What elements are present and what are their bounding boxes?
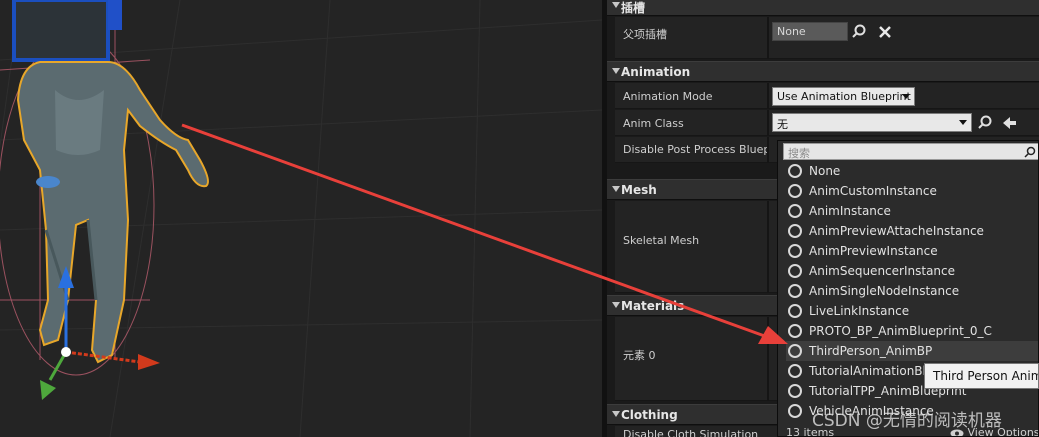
class-option-label: ThirdPerson_AnimBP (809, 344, 933, 358)
class-option[interactable]: AnimInstance (786, 201, 1038, 221)
anim-class-combo[interactable]: 无 (772, 113, 972, 132)
category-title: Animation (621, 65, 691, 79)
class-option[interactable]: AnimCustomInstance (786, 181, 1038, 201)
category-title: Mesh (621, 183, 657, 197)
category-title: Clothing (621, 408, 678, 422)
clear-x-icon[interactable] (877, 24, 893, 40)
prop-row-parent-socket: 父项插槽 None (615, 17, 1039, 59)
column-divider[interactable] (767, 137, 769, 163)
anim-class-dropdown: 搜索 None AnimCustomInstance AnimInstance Ani… (777, 140, 1039, 437)
radio-circle-icon (788, 324, 802, 338)
category-socket[interactable]: 插槽 (607, 0, 1039, 16)
column-divider[interactable] (767, 201, 769, 293)
column-divider[interactable] (767, 83, 769, 109)
hover-tooltip: Third Person Anim BP (924, 363, 1039, 389)
class-option-label: None (809, 164, 841, 178)
class-option[interactable]: None (786, 161, 1038, 181)
radio-circle-icon (788, 364, 802, 378)
class-option-label: AnimSequencerInstance (809, 264, 956, 278)
combo-value: 无 (777, 118, 788, 131)
class-option-label: LiveLinkInstance (809, 304, 910, 318)
browse-magnifier-icon[interactable] (851, 24, 867, 40)
prop-label: Animation Mode (623, 90, 713, 103)
radio-circle-icon (788, 204, 802, 218)
column-divider[interactable] (767, 17, 769, 59)
radio-circle-icon (788, 244, 802, 258)
category-animation[interactable]: Animation (607, 61, 1039, 82)
prop-label: Disable Post Process Bluepri (623, 143, 769, 156)
chevron-down-icon (902, 94, 910, 99)
prop-label: Anim Class (623, 117, 684, 130)
radio-circle-icon (788, 304, 802, 318)
collapse-arrow-icon (612, 68, 620, 74)
class-option-label: AnimCustomInstance (809, 184, 937, 198)
class-option-label: AnimInstance (809, 204, 891, 218)
parent-socket-field[interactable]: None (772, 22, 848, 41)
level-viewport[interactable] (0, 0, 602, 437)
collapse-arrow-icon (612, 411, 620, 417)
category-title: 插槽 (621, 1, 646, 15)
class-search-input[interactable]: 搜索 (783, 143, 1038, 160)
class-option-label: PROTO_BP_AnimBlueprint_0_C (809, 324, 992, 338)
radio-circle-icon (788, 344, 802, 358)
class-option[interactable]: PROTO_BP_AnimBlueprint_0_C (786, 321, 1038, 341)
radio-circle-icon (788, 184, 802, 198)
collapse-arrow-icon (612, 2, 620, 8)
radio-circle-icon (788, 164, 802, 178)
radio-circle-icon (788, 224, 802, 238)
category-title: Materials (621, 299, 685, 313)
prop-label: 元素 0 (623, 349, 656, 362)
combo-value: Use Animation Blueprint (777, 90, 911, 103)
column-divider[interactable] (767, 110, 769, 136)
radio-circle-icon (788, 384, 802, 398)
viewport-scene (0, 0, 602, 437)
radio-circle-icon (788, 284, 802, 298)
mannequin-character[interactable] (16, 61, 209, 364)
search-placeholder: 搜索 (788, 147, 810, 160)
chevron-down-icon (959, 120, 967, 125)
use-selected-arrow-icon[interactable] (1001, 115, 1017, 131)
prop-block (12, 0, 110, 62)
radio-circle-icon (788, 264, 802, 278)
prop-block-side (108, 0, 122, 30)
column-divider[interactable] (767, 317, 769, 401)
browse-magnifier-icon[interactable] (977, 115, 993, 131)
watermark: CSDN @无情的阅读机器 (812, 411, 1002, 431)
class-option[interactable]: AnimPreviewAttacheInstance (786, 221, 1038, 241)
collapse-arrow-icon (612, 302, 620, 308)
collapse-arrow-icon (612, 186, 620, 192)
prop-row-animation-mode: Animation Mode Use Animation Blueprint (615, 83, 1039, 109)
search-icon (1024, 146, 1036, 158)
class-option-label: AnimSingleNodeInstance (809, 284, 960, 298)
prop-label: Disable Cloth Simulation (623, 428, 759, 437)
animation-mode-combo[interactable]: Use Animation Blueprint (772, 87, 915, 106)
prop-label: 父项插槽 (623, 28, 667, 41)
class-option-label: AnimPreviewAttacheInstance (809, 224, 984, 238)
class-option[interactable]: AnimSingleNodeInstance (786, 281, 1038, 301)
class-option[interactable]: LiveLinkInstance (786, 301, 1038, 321)
class-option-label: AnimPreviewInstance (809, 244, 938, 258)
prop-row-anim-class: Anim Class 无 (615, 110, 1039, 136)
class-option[interactable]: ThirdPerson_AnimBP (786, 341, 1038, 361)
class-option[interactable]: AnimSequencerInstance (786, 261, 1038, 281)
prop-label: Skeletal Mesh (623, 234, 700, 247)
class-option[interactable]: AnimPreviewInstance (786, 241, 1038, 261)
radio-circle-icon (788, 404, 802, 418)
